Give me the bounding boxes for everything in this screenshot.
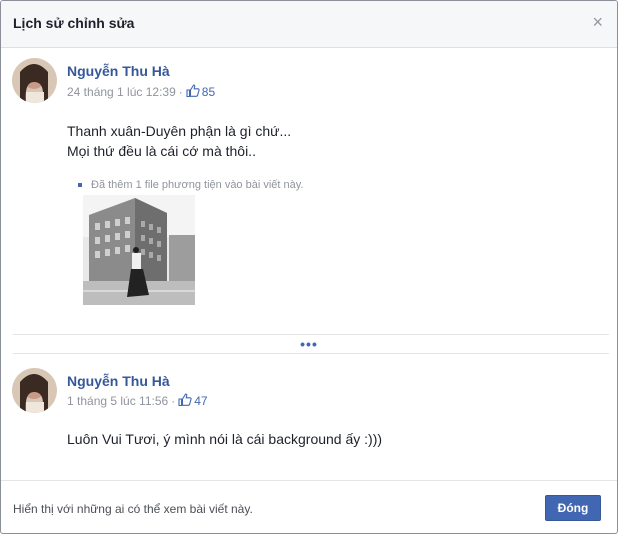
like-count[interactable]: 85 (202, 85, 215, 99)
avatar[interactable] (12, 58, 57, 103)
thumbs-up-icon[interactable] (178, 393, 192, 409)
close-button[interactable]: Đóng (545, 495, 601, 521)
avatar[interactable] (12, 368, 57, 413)
divider (1, 480, 617, 481)
visibility-note: Hiển thị với những ai có thể xem bài viế… (13, 502, 253, 516)
meta-separator: · (171, 394, 176, 408)
author-name[interactable]: Nguyễn Thu Hà (67, 373, 170, 389)
divider (13, 353, 609, 354)
more-dots-icon[interactable]: ••• (1, 337, 617, 351)
meta-separator: · (178, 85, 183, 99)
post-text-line: Mọi thứ đều là cái cớ mà thôi.. (67, 143, 256, 159)
dialog-title: Lịch sử chỉnh sửa (13, 15, 135, 31)
thumbs-up-icon[interactable] (186, 84, 200, 100)
post-text: Thanh xuân-Duyên phận là gì chứ... Mọi t… (67, 121, 291, 161)
post-text-line: Thanh xuân-Duyên phận là gì chứ... (67, 123, 292, 139)
edit-history-dialog: Lịch sử chỉnh sửa × Nguyễn Thu Hà 24 thá… (0, 0, 618, 534)
media-added-note: Đã thêm 1 file phương tiện vào bài viết … (78, 179, 304, 191)
divider (13, 334, 609, 335)
close-icon[interactable]: × (592, 13, 603, 31)
post-meta: 1 tháng 5 lúc 11:56 · 47 (67, 393, 208, 409)
like-count[interactable]: 47 (194, 394, 207, 408)
author-name[interactable]: Nguyễn Thu Hà (67, 63, 170, 79)
timestamp[interactable]: 1 tháng 5 lúc 11:56 (67, 394, 168, 408)
post-meta: 24 tháng 1 lúc 12:39 · 85 (67, 84, 215, 100)
attached-photo[interactable] (83, 195, 195, 305)
dialog-header: Lịch sử chỉnh sửa × (1, 1, 617, 48)
post-text-line: Luôn Vui Tươi, ý mình nói là cái backgro… (67, 431, 383, 447)
timestamp[interactable]: 24 tháng 1 lúc 12:39 (67, 85, 176, 99)
post-text: Luôn Vui Tươi, ý mình nói là cái backgro… (67, 429, 382, 449)
